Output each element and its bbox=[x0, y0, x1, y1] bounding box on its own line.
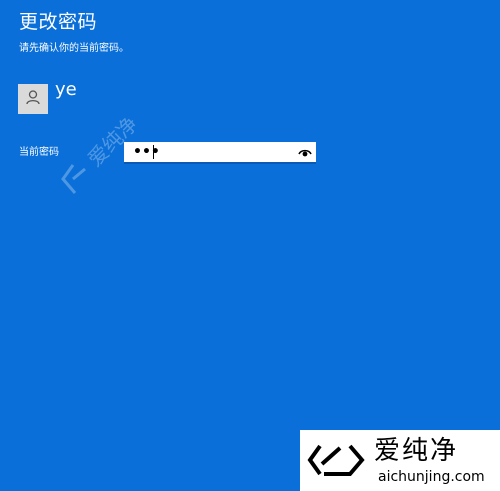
avatar bbox=[18, 84, 48, 114]
reveal-password-button[interactable] bbox=[297, 144, 313, 160]
page-title: 更改密码 bbox=[19, 11, 98, 33]
logo-mark-icon bbox=[307, 444, 365, 476]
current-password-label: 当前密码 bbox=[19, 147, 59, 158]
eye-icon bbox=[298, 143, 312, 162]
change-password-dialog: 更改密码 请先确认你的当前密码。 ye 当前密码 ••• 爱纯净 爱纯净 aic… bbox=[0, 0, 500, 491]
watermark-brand: 爱纯净 bbox=[374, 436, 459, 466]
watermark-center-text: 爱纯净 bbox=[83, 112, 142, 171]
watermark-url: aichunjing.com bbox=[378, 469, 485, 485]
user-icon bbox=[25, 89, 41, 109]
watermark-logo: 爱纯净 aichunjing.com bbox=[300, 430, 500, 491]
watermark-overlay: 爱纯净 bbox=[55, 95, 160, 205]
page-subtitle: 请先确认你的当前密码。 bbox=[19, 43, 129, 54]
